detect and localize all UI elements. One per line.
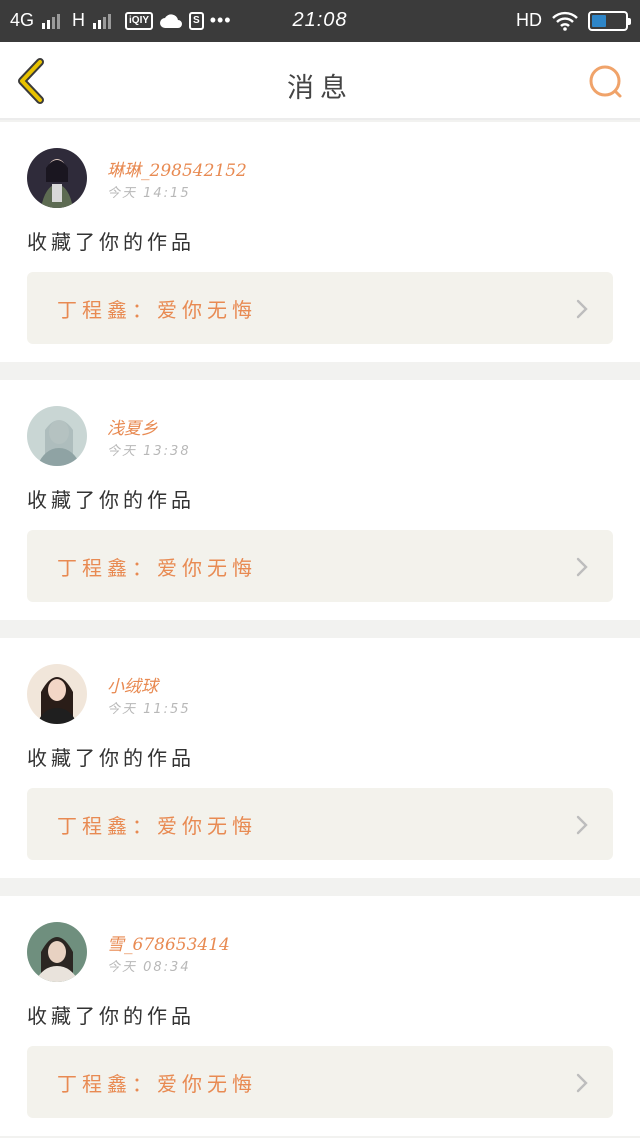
notification-card: 雪_678653414 今天 08:34 收藏了你的作品 丁程鑫：爱你无悔	[0, 896, 640, 1136]
app-header: 消息	[0, 42, 640, 120]
work-title: 丁程鑫：爱你无悔	[57, 298, 257, 322]
username-link[interactable]: 浅夏乡	[107, 414, 158, 439]
status-bar: 4G H iQIY S ••• 21:08 HD	[0, 0, 640, 42]
timestamp: 今天 14:15	[107, 186, 191, 201]
timestamp: 今天 13:38	[107, 444, 191, 459]
status-right: HD	[516, 10, 631, 31]
wifi-icon	[552, 11, 578, 31]
work-link[interactable]: 丁程鑫：爱你无悔	[27, 530, 613, 602]
work-link[interactable]: 丁程鑫：爱你无悔	[27, 272, 613, 344]
chevron-right-icon	[576, 815, 588, 835]
hd-label: HD	[516, 10, 542, 30]
page-title: 消息	[287, 73, 353, 104]
avatar[interactable]	[27, 664, 87, 724]
chevron-right-icon	[576, 1073, 588, 1093]
notification-card: 浅夏乡 今天 13:38 收藏了你的作品 丁程鑫：爱你无悔	[0, 380, 640, 620]
action-text: 收藏了你的作品	[27, 488, 195, 512]
work-title: 丁程鑫：爱你无悔	[57, 556, 257, 580]
action-text: 收藏了你的作品	[27, 1004, 195, 1028]
action-text: 收藏了你的作品	[27, 230, 195, 254]
avatar[interactable]	[27, 148, 87, 208]
username-link[interactable]: 琳琳_298542152	[107, 156, 247, 181]
battery-icon	[588, 10, 631, 31]
work-link[interactable]: 丁程鑫：爱你无悔	[27, 788, 613, 860]
work-title: 丁程鑫：爱你无悔	[57, 814, 257, 838]
search-icon	[589, 65, 622, 98]
avatar[interactable]	[27, 406, 87, 466]
notification-card: 小绒球 今天 11:55 收藏了你的作品 丁程鑫：爱你无悔	[0, 638, 640, 878]
username-link[interactable]: 雪_678653414	[107, 930, 230, 955]
work-title: 丁程鑫：爱你无悔	[57, 1072, 257, 1096]
chevron-right-icon	[576, 557, 588, 577]
search-button[interactable]	[586, 62, 626, 102]
timestamp: 今天 08:34	[107, 960, 191, 975]
work-link[interactable]: 丁程鑫：爱你无悔	[27, 1046, 613, 1118]
avatar[interactable]	[27, 922, 87, 982]
chevron-right-icon	[576, 299, 588, 319]
username-link[interactable]: 小绒球	[107, 672, 158, 697]
timestamp: 今天 11:55	[107, 702, 191, 717]
notification-card: 琳琳_298542152 今天 14:15 收藏了你的作品 丁程鑫：爱你无悔	[0, 122, 640, 362]
action-text: 收藏了你的作品	[27, 746, 195, 770]
